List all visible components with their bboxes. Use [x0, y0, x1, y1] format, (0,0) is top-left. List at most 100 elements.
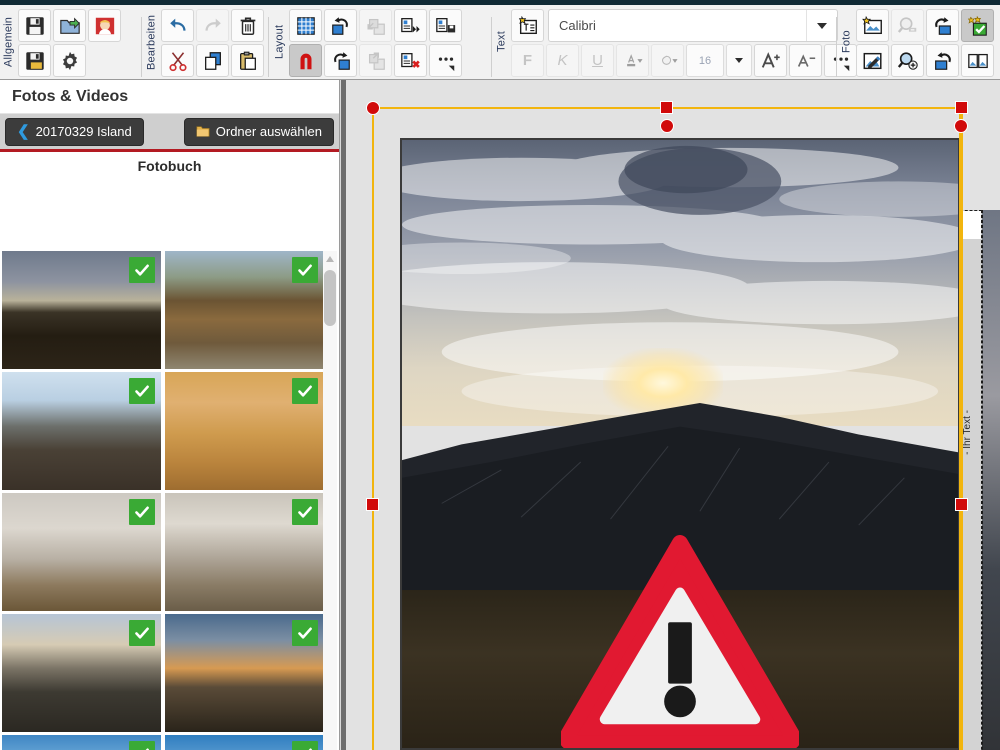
photo-thumbnail-list[interactable] — [0, 251, 339, 750]
top-center-rotate-handle[interactable] — [660, 119, 674, 133]
photo-thumbnail[interactable] — [2, 735, 161, 750]
ribbon-group-label-foto: Foto — [840, 30, 853, 54]
photo-selected-checkmark[interactable] — [129, 620, 155, 646]
vertical-text-placeholder[interactable]: - Ihr Text - — [962, 410, 980, 455]
scrollbar-thumb[interactable] — [324, 270, 336, 326]
bold-button[interactable]: F — [511, 44, 544, 77]
check-icon — [145, 748, 149, 750]
page-delete-button[interactable] — [394, 44, 427, 77]
increase-font-size-button[interactable] — [754, 44, 787, 77]
italic-button[interactable]: K — [546, 44, 579, 77]
edit-photo-icon — [863, 52, 882, 69]
photo-thumbnail[interactable] — [2, 614, 161, 732]
middle-left-resize-handle[interactable] — [366, 498, 379, 511]
ribbon-group-text: Text Calibri F K U 16 — [493, 5, 858, 79]
photo-selected-checkmark[interactable] — [292, 378, 318, 404]
user-account-button[interactable] — [88, 9, 121, 42]
cut-button[interactable] — [161, 44, 194, 77]
rotate-right-button[interactable] — [324, 44, 357, 77]
photo-thumbnail[interactable] — [165, 614, 324, 732]
photo-selected-checkmark[interactable] — [292, 257, 318, 283]
paste-icon — [239, 51, 256, 70]
redo-button[interactable] — [196, 9, 229, 42]
rotate-left-icon — [331, 16, 348, 35]
scroll-up-arrow-icon[interactable] — [326, 256, 334, 262]
top-center-resize-handle[interactable] — [660, 101, 673, 114]
photo-selected-checkmark[interactable] — [292, 499, 318, 525]
user-account-icon — [95, 17, 114, 34]
send-backward-button[interactable] — [359, 9, 392, 42]
back-to-folder-button[interactable]: ❮ 20170329 Island — [5, 117, 144, 146]
bring-forward-button[interactable] — [359, 44, 392, 77]
font-color-button[interactable] — [616, 44, 649, 77]
decrease-font-size-icon — [797, 53, 815, 67]
photo-selected-checkmark[interactable] — [129, 499, 155, 525]
chevron-left-icon: ❮ — [17, 123, 30, 140]
open-folder-button[interactable] — [53, 9, 86, 42]
font-family-combo[interactable]: Calibri — [548, 9, 838, 42]
zoom-in-button[interactable] — [891, 44, 924, 77]
font-size-dropdown-button[interactable] — [726, 44, 752, 77]
top-left-rotate-handle[interactable] — [366, 101, 380, 115]
photo-thumbnail[interactable] — [165, 372, 324, 490]
grid-button[interactable] — [289, 9, 322, 42]
delete-button[interactable] — [231, 9, 264, 42]
settings-button[interactable] — [53, 44, 86, 77]
save-button[interactable] — [18, 9, 51, 42]
page-next-button[interactable] — [394, 9, 427, 42]
save-as-button[interactable] — [18, 44, 51, 77]
decrease-font-size-button[interactable] — [789, 44, 822, 77]
undo-button[interactable] — [161, 9, 194, 42]
rotate-photo-left-button[interactable] — [926, 44, 959, 77]
font-family-dropdown-button[interactable] — [806, 10, 837, 41]
check-icon — [298, 385, 312, 397]
save-as-icon — [25, 51, 44, 70]
paste-button[interactable] — [231, 44, 264, 77]
auto-enhance-button[interactable] — [961, 9, 994, 42]
photo-thumbnail[interactable] — [2, 372, 161, 490]
choose-folder-button[interactable]: Ordner auswählen — [183, 117, 334, 146]
save-icon — [25, 16, 44, 35]
selection-guide-vertical — [961, 107, 963, 750]
photo-thumbnail[interactable] — [165, 735, 324, 750]
photo-thumbnail[interactable] — [2, 493, 161, 611]
compare-photos-button[interactable] — [961, 44, 994, 77]
settings-gear-icon — [62, 51, 77, 70]
photo-thumbnail[interactable] — [165, 493, 324, 611]
photo-selected-checkmark[interactable] — [129, 257, 155, 283]
font-size-input[interactable]: 16 — [686, 44, 724, 77]
more-options-button[interactable] — [429, 44, 462, 77]
font-family-value[interactable]: Calibri — [549, 18, 806, 33]
copy-icon — [204, 51, 221, 70]
photo-selected-checkmark[interactable] — [292, 741, 318, 750]
page-save-button[interactable] — [429, 9, 462, 42]
photo-selected-checkmark[interactable] — [129, 741, 155, 750]
magnet-snap-button[interactable] — [289, 44, 322, 77]
top-right-rotate-handle[interactable] — [954, 119, 968, 133]
zoom-out-button[interactable] — [891, 9, 924, 42]
ribbon-separator-2 — [268, 17, 269, 77]
underline-button[interactable]: U — [581, 44, 614, 77]
photo-thumbnail[interactable] — [2, 251, 161, 369]
highlight-color-button[interactable] — [651, 44, 684, 77]
vertical-text-frame[interactable] — [960, 210, 982, 750]
rotate-photo-right-icon — [934, 16, 951, 35]
rotate-photo-left-icon — [934, 51, 951, 70]
add-textbox-button[interactable] — [511, 9, 544, 42]
check-icon — [298, 264, 312, 276]
rotate-left-button[interactable] — [324, 9, 357, 42]
page-canvas[interactable]: - Ihr Text - — [341, 80, 1000, 750]
photo-selected-checkmark[interactable] — [129, 378, 155, 404]
ribbon-group-allgemein: Allgemein — [0, 5, 122, 79]
photo-list-scrollbar[interactable] — [323, 251, 337, 750]
rotate-photo-right-button[interactable] — [926, 9, 959, 42]
photo-thumbnail[interactable] — [165, 251, 324, 369]
copy-button[interactable] — [196, 44, 229, 77]
edit-photo-button[interactable] — [856, 44, 889, 77]
canvas-left-gutter — [341, 80, 346, 750]
photo-selected-checkmark[interactable] — [292, 620, 318, 646]
top-right-resize-handle[interactable] — [955, 101, 968, 114]
add-photo-button[interactable] — [856, 9, 889, 42]
middle-right-resize-handle[interactable] — [955, 498, 968, 511]
ribbon-group-foto: Foto — [838, 5, 995, 79]
